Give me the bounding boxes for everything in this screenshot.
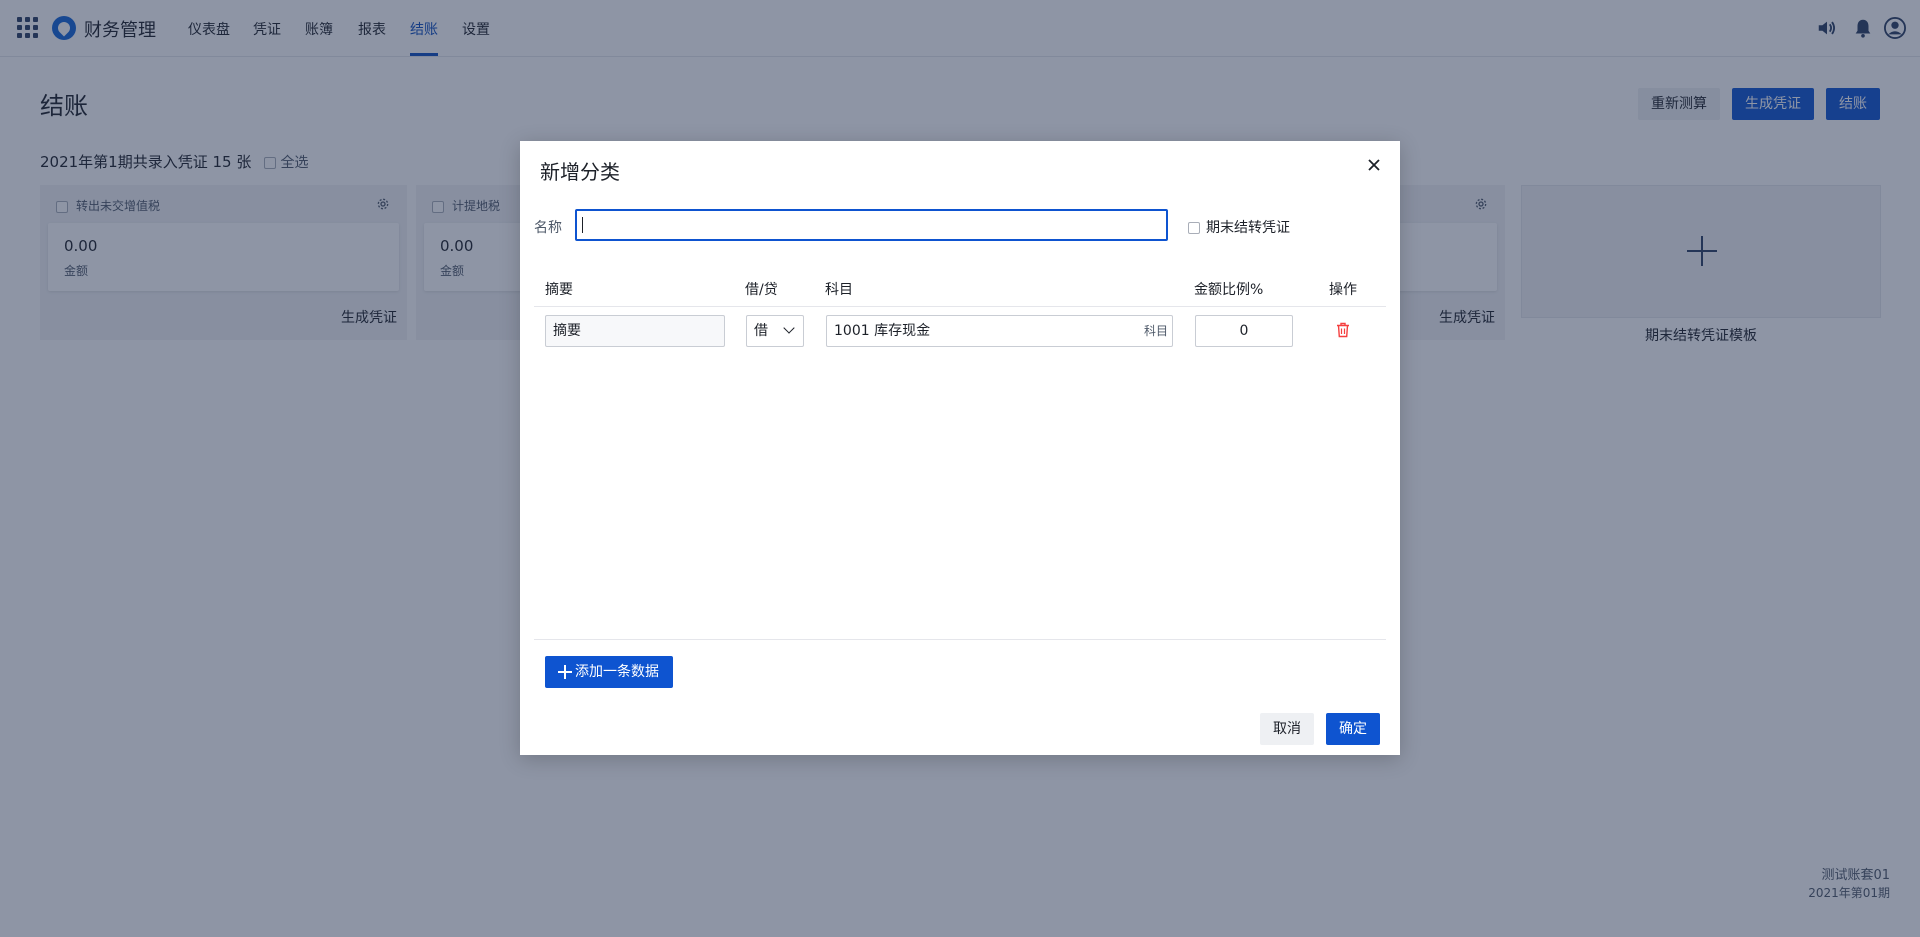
column-header-action: 操作 <box>1329 282 1357 298</box>
trash-icon[interactable] <box>1336 322 1350 338</box>
table-footer-divider <box>534 639 1386 640</box>
cancel-button[interactable]: 取消 <box>1260 713 1314 745</box>
table-header-divider <box>534 306 1386 307</box>
period-end-checkbox[interactable] <box>1188 222 1200 234</box>
column-header-amount-ratio: 金额比例% <box>1194 282 1264 298</box>
period-end-label: 期末结转凭证 <box>1206 220 1290 236</box>
row-debit-credit-value: 借 <box>754 323 768 339</box>
name-input[interactable] <box>575 209 1168 241</box>
period-end-option[interactable]: 期末结转凭证 <box>1188 217 1290 237</box>
plus-icon <box>558 665 572 679</box>
close-icon[interactable] <box>1366 157 1382 173</box>
confirm-button[interactable]: 确定 <box>1326 713 1380 745</box>
column-header-debit-credit: 借/贷 <box>745 282 778 298</box>
text-caret <box>582 217 583 233</box>
add-row-label: 添加一条数据 <box>575 664 659 680</box>
row-subject-select[interactable]: 1001 库存现金 科目 <box>826 315 1173 347</box>
chevron-down-icon <box>783 322 795 334</box>
row-subject-value: 1001 库存现金 <box>834 323 931 339</box>
row-summary-input[interactable]: 摘要 <box>545 315 725 347</box>
column-header-summary: 摘要 <box>545 282 573 298</box>
row-amount-ratio-input[interactable]: 0 <box>1195 315 1293 347</box>
dialog-title: 新增分类 <box>540 160 620 184</box>
row-subject-tag: 科目 <box>1143 324 1168 338</box>
name-label: 名称 <box>534 220 562 236</box>
add-category-dialog: 新增分类 名称 期末结转凭证 摘要 借/贷 科目 金额比例% 操作 摘要 借 1… <box>520 141 1400 755</box>
add-row-button[interactable]: 添加一条数据 <box>545 656 673 688</box>
column-header-subject: 科目 <box>825 282 853 298</box>
row-debit-credit-select[interactable]: 借 <box>746 315 804 347</box>
